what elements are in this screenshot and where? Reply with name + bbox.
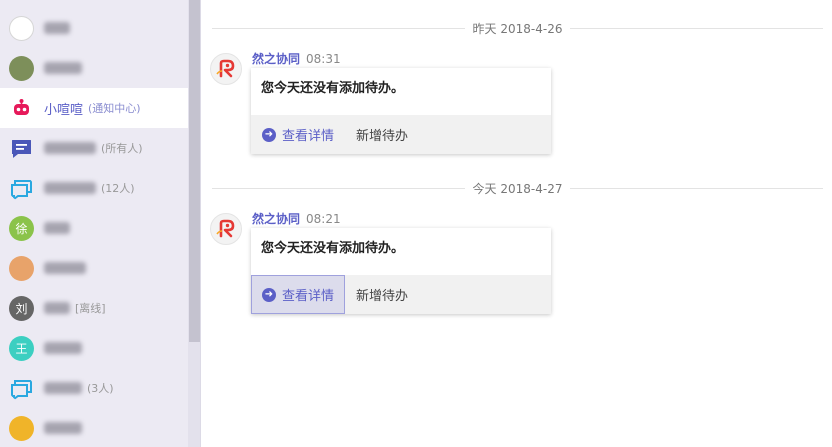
chat-panel: 昨天 2018-4-26 然之协同 08:31 您今天还没有添加待办。 ➜ 查看详情…: [201, 0, 832, 447]
redacted-name: [44, 182, 96, 194]
conversation-item[interactable]: (3人): [0, 368, 188, 408]
conversation-sidebar: 小喧喧 (通知中心) (所有人) (12人) 徐刘 [离线] 王 (3人): [0, 0, 201, 447]
conversation-item[interactable]: [0, 8, 188, 48]
view-details-button[interactable]: ➜ 查看详情: [251, 115, 345, 154]
message-text: 您今天还没有添加待办。: [261, 81, 405, 96]
avatar: [9, 255, 34, 281]
ranzhi-app-icon[interactable]: [210, 213, 242, 245]
conversation-subtitle: (12人): [101, 182, 135, 195]
add-todo-button[interactable]: 新增待办: [345, 275, 419, 314]
conversation-name: [44, 21, 70, 36]
avatar: [9, 415, 34, 441]
conversation-item[interactable]: [0, 408, 188, 447]
group-chat-icon: [9, 376, 34, 401]
conversation-name: [44, 341, 82, 356]
add-todo-label: 新增待办: [356, 289, 409, 304]
add-todo-label: 新增待办: [356, 129, 409, 144]
conversation-item[interactable]: (所有人): [0, 128, 188, 168]
robot-icon: [9, 96, 34, 121]
group-chat-icon: [9, 176, 34, 201]
message-text: 您今天还没有添加待办。: [261, 241, 405, 256]
redacted-name: [44, 62, 82, 74]
conversation-item[interactable]: (12人): [0, 168, 188, 208]
redacted-name: [44, 302, 70, 314]
conversation-subtitle: [离线]: [75, 302, 106, 315]
arrow-right-icon: ➜: [262, 127, 276, 142]
conversation-subtitle: (所有人): [101, 142, 143, 155]
view-details-button[interactable]: ➜ 查看详情: [251, 275, 346, 314]
conversation-subtitle: (3人): [87, 382, 114, 395]
conversation-name: [44, 61, 82, 76]
date-label: 昨天 2018-4-26: [472, 21, 563, 36]
conversation-name: [44, 381, 82, 396]
avatar: [9, 15, 34, 41]
avatar-initial: 王: [15, 341, 28, 356]
date-divider: 昨天 2018-4-26: [212, 18, 824, 38]
broadcast-chat-icon: [9, 136, 34, 161]
avatar: [9, 55, 34, 81]
conversation-item[interactable]: 刘 [离线]: [0, 288, 188, 328]
conversation-subtitle: (通知中心): [88, 102, 141, 115]
date-divider: 今天 2018-4-27: [212, 178, 824, 198]
sender-name[interactable]: 然之协同: [252, 212, 300, 226]
view-details-label: 查看详情: [282, 289, 335, 304]
arrow-right-icon: ➜: [262, 287, 276, 302]
redacted-name: [44, 142, 96, 154]
avatar: 刘: [9, 295, 34, 321]
redacted-name: [44, 262, 86, 274]
conversation-name: [44, 221, 70, 236]
add-todo-button[interactable]: 新增待办: [345, 115, 419, 154]
conversation-name: [44, 301, 70, 316]
conversation-name: 小喧喧: [44, 102, 84, 118]
card-actions: ➜ 查看详情 新增待办: [251, 115, 551, 154]
redacted-name: [44, 222, 70, 234]
redacted-name: [44, 22, 70, 34]
sidebar-scrollbar-thumb[interactable]: [189, 0, 200, 342]
message-header: 然之协同 08:21: [252, 210, 341, 227]
view-details-label: 查看详情: [282, 129, 335, 144]
conversation-name: [44, 421, 82, 436]
conversation-item[interactable]: 王: [0, 328, 188, 368]
sender-name[interactable]: 然之协同: [252, 52, 300, 66]
conversation-item[interactable]: 小喧喧 (通知中心): [0, 88, 188, 128]
message-time: 08:31: [306, 52, 341, 66]
card-actions: ➜ 查看详情 新增待办: [251, 275, 551, 314]
avatar: 徐: [9, 215, 34, 241]
redacted-name: [44, 382, 82, 394]
avatar: 王: [9, 335, 34, 361]
conversation-item[interactable]: [0, 248, 188, 288]
conversation-name: [44, 181, 96, 196]
message-time: 08:21: [306, 212, 341, 226]
date-label: 今天 2018-4-27: [472, 181, 563, 196]
redacted-name: [44, 342, 82, 354]
conversation-item[interactable]: 徐: [0, 208, 188, 248]
conversation-name: [44, 261, 86, 276]
message-card: 您今天还没有添加待办。 ➜ 查看详情 新增待办: [251, 68, 551, 154]
conversation-item[interactable]: [0, 48, 188, 88]
conversation-name: [44, 141, 96, 156]
avatar-initial: 徐: [15, 221, 28, 236]
message-header: 然之协同 08:31: [252, 50, 341, 67]
ranzhi-app-icon[interactable]: [210, 53, 242, 85]
message-card: 您今天还没有添加待办。 ➜ 查看详情 新增待办: [251, 228, 551, 314]
avatar-initial: 刘: [15, 301, 28, 316]
redacted-name: [44, 422, 82, 434]
